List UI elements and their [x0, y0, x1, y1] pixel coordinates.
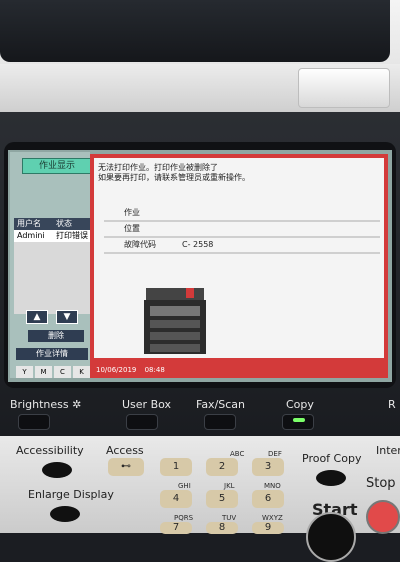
brightness-button[interactable] — [18, 414, 50, 430]
status-bar: 10/06/2019 08:48 — [90, 362, 388, 378]
printer-lid — [0, 0, 390, 62]
printer-illustration — [144, 288, 206, 354]
key-9-letters: WXYZ — [262, 514, 283, 522]
user-box-label: User Box — [122, 398, 172, 411]
column-user: 用户名 — [17, 219, 41, 228]
key-7[interactable]: 7 — [160, 522, 192, 534]
row-user: Admini — [17, 231, 45, 240]
toner-c: C — [54, 366, 71, 378]
key-3[interactable]: 3 — [252, 458, 284, 476]
error-message-area: 无法打印作业。打印作业被删除了 如果要再打印，请联系管理员或重新操作。 作业 位… — [94, 158, 384, 358]
copy-led-indicator — [293, 418, 305, 422]
key-3-letters: DEF — [268, 450, 282, 458]
start-button[interactable] — [306, 512, 356, 562]
key-2[interactable]: 2 — [206, 458, 238, 476]
row-status: 打印错误 — [56, 231, 88, 240]
key-4-letters: GHI — [178, 482, 191, 490]
stop-button[interactable] — [366, 500, 400, 534]
key-2-letters: ABC — [230, 450, 245, 458]
key-1[interactable]: 1 — [160, 458, 192, 476]
toner-indicator: Y M C K — [16, 366, 90, 378]
user-table-header: 用户名 状态 — [14, 218, 92, 230]
key-9[interactable]: 9 — [252, 522, 284, 534]
column-status: 状态 — [56, 219, 72, 228]
proof-copy-button[interactable] — [316, 470, 346, 486]
info-label-location: 位置 — [124, 224, 140, 233]
accessibility-button[interactable] — [42, 462, 72, 478]
job-detail-button[interactable]: 作业详情 — [16, 348, 88, 360]
error-dialog: 无法打印作业。打印作业被删除了 如果要再打印，请联系管理员或重新操作。 作业 位… — [90, 154, 388, 362]
proof-copy-label: Proof Copy — [302, 452, 362, 465]
key-icon: ⊷ — [121, 461, 131, 472]
key-6-letters: MNO — [264, 482, 281, 490]
toner-k: K — [73, 366, 90, 378]
delete-button[interactable]: 删除 — [28, 330, 84, 342]
user-table-row[interactable]: Admini 打印错误 — [14, 230, 92, 242]
info-row-error-code: 故障代码 C- 2558 — [104, 238, 380, 254]
job-list-button[interactable]: 作业显示 — [22, 158, 92, 174]
user-table-empty-area — [14, 242, 92, 314]
side-window — [298, 68, 390, 108]
stop-label: Stop — [366, 476, 396, 491]
printer-top — [0, 0, 400, 112]
fax-scan-button[interactable] — [204, 414, 236, 430]
key-4[interactable]: 4 — [160, 490, 192, 508]
info-value-job — [182, 206, 380, 220]
right-mode-label: R — [388, 398, 396, 411]
access-label: Access — [106, 444, 144, 457]
key-5-letters: JKL — [224, 482, 235, 490]
error-info-table: 作业 位置 故障代码 C- 2558 — [104, 206, 380, 254]
info-value-location — [182, 222, 380, 236]
copy-label: Copy — [286, 398, 314, 411]
enlarge-display-label: Enlarge Display — [28, 488, 114, 501]
info-label-error-code: 故障代码 — [124, 240, 156, 249]
key-8[interactable]: 8 — [206, 522, 238, 534]
accessibility-label: Accessibility — [16, 444, 84, 457]
status-time: 08:48 — [144, 366, 165, 374]
interrupt-label: Inter — [376, 444, 400, 457]
lcd-left-pane: 作业显示 用户名 状态 Admini 打印错误 ▲ ▼ 删除 作业详情 Y M … — [10, 152, 92, 378]
error-message-line-2: 如果要再打印，请联系管理员或重新操作。 — [98, 173, 250, 182]
info-row-location: 位置 — [104, 222, 380, 238]
key-6[interactable]: 6 — [252, 490, 284, 508]
key-8-letters: TUV — [222, 514, 237, 522]
scroll-down-button[interactable]: ▼ — [56, 310, 78, 324]
info-value-error-code: C- 2558 — [182, 240, 214, 249]
lcd-screen: 作业显示 用户名 状态 Admini 打印错误 ▲ ▼ 删除 作业详情 Y M … — [8, 150, 392, 382]
sun-icon: ✲ — [68, 398, 82, 411]
toner-m: M — [35, 366, 52, 378]
access-button[interactable]: ⊷ — [108, 458, 144, 476]
key-7-letters: PQRS — [174, 514, 194, 522]
scroll-up-button[interactable]: ▲ — [26, 310, 48, 324]
user-status-table: 用户名 状态 Admini 打印错误 — [14, 218, 92, 314]
status-date: 10/06/2019 — [96, 366, 137, 374]
user-box-button[interactable] — [126, 414, 158, 430]
copy-button[interactable] — [282, 414, 314, 430]
enlarge-display-button[interactable] — [50, 506, 80, 522]
fax-scan-label: Fax/Scan — [196, 398, 246, 411]
info-label-job: 作业 — [124, 208, 140, 217]
brightness-label: Brightness ✲ — [10, 398, 82, 411]
toner-y: Y — [16, 366, 33, 378]
info-row-job: 作业 — [104, 206, 380, 222]
key-5[interactable]: 5 — [206, 490, 238, 508]
